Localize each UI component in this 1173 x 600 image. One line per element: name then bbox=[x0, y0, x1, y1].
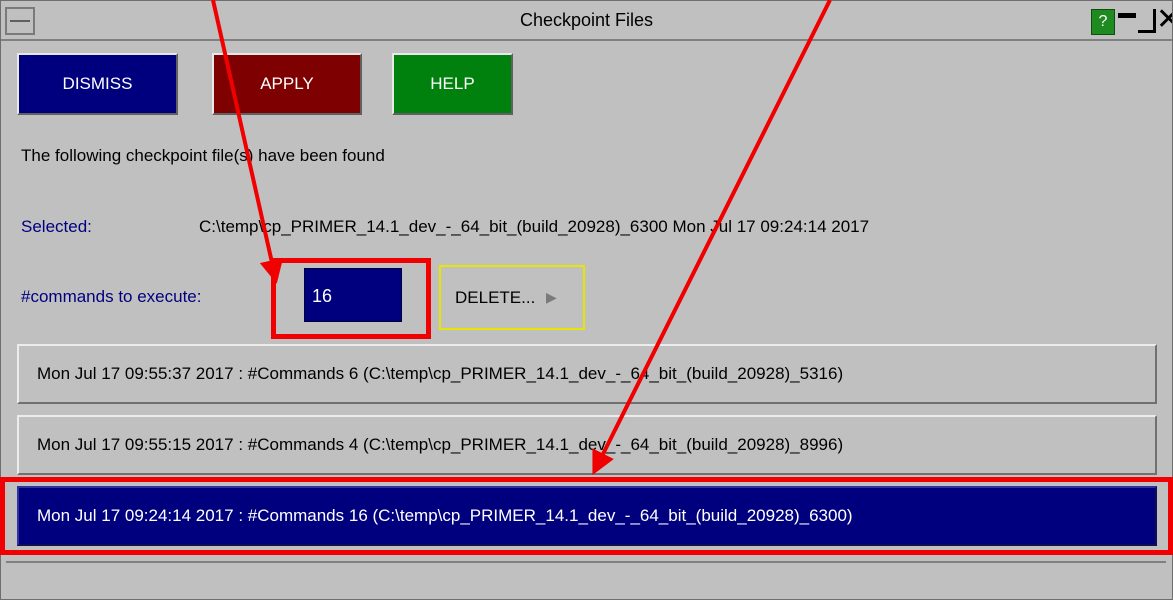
annotation-arrow-commands bbox=[211, 0, 284, 284]
annotation-arrow-row bbox=[592, 0, 832, 476]
annotation-arrows bbox=[211, 0, 832, 476]
